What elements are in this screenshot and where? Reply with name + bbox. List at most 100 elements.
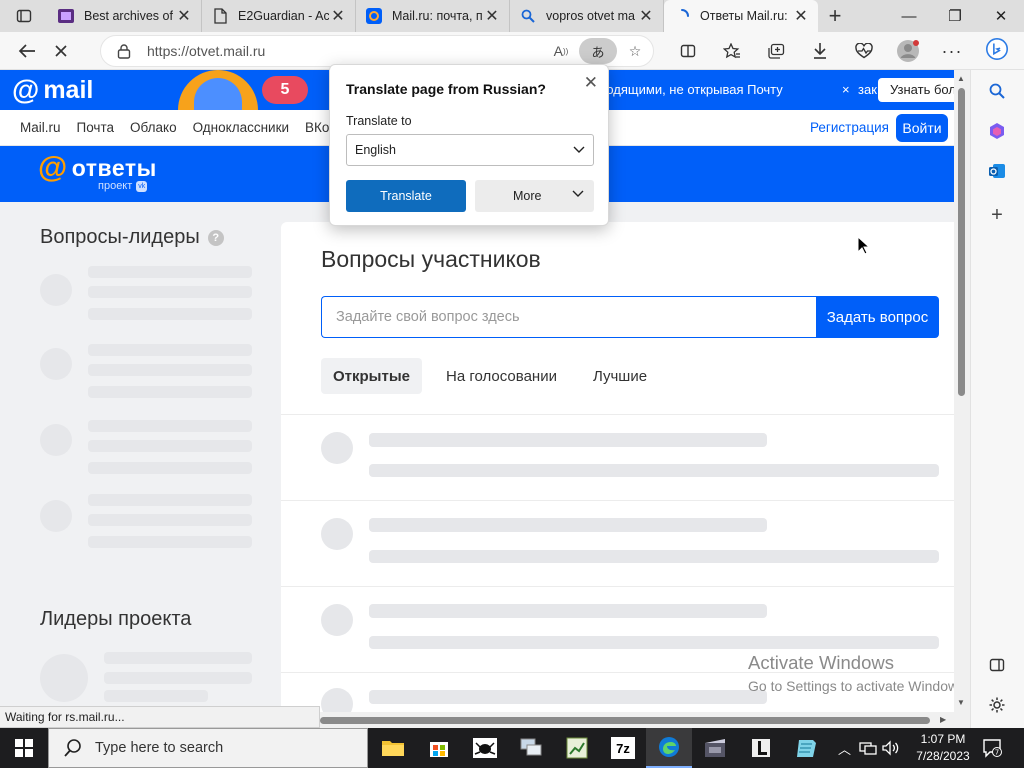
- sidebar-outlook-button[interactable]: [986, 160, 1008, 182]
- svg-text:7: 7: [995, 749, 999, 757]
- translate-icon[interactable]: あ: [579, 38, 617, 64]
- mouse-cursor-icon: [857, 236, 871, 255]
- page-title: Вопросы участников: [321, 246, 541, 272]
- stop-loading-button[interactable]: [44, 35, 78, 67]
- taskbar-store[interactable]: [416, 728, 462, 768]
- taskbar-search[interactable]: Type here to search: [48, 728, 368, 768]
- taskbar-edge[interactable]: [646, 728, 692, 768]
- volume-icon[interactable]: [881, 740, 901, 756]
- notification-center-icon[interactable]: 7: [982, 738, 1002, 758]
- otvety-at-icon: @: [38, 151, 68, 184]
- tray-chevron-up-icon[interactable]: ︿: [838, 739, 851, 758]
- otvety-logo[interactable]: @ ответы проект vk: [38, 151, 157, 193]
- translate-to-label: Translate to: [346, 114, 412, 128]
- scroll-right-arrow-icon[interactable]: ▶: [940, 715, 946, 724]
- lock-icon: [117, 43, 133, 59]
- browser-tab-search[interactable]: vopros otvet ma ✕: [510, 0, 664, 32]
- scroll-thumb[interactable]: [320, 717, 930, 724]
- sidebar-search-button[interactable]: [986, 80, 1008, 102]
- tab-close-icon[interactable]: ✕: [329, 7, 347, 25]
- split-screen-button[interactable]: [666, 35, 710, 67]
- translate-button[interactable]: Translate: [346, 180, 466, 212]
- favorites-button[interactable]: [710, 35, 754, 67]
- sidebar-panel-icon: [989, 658, 1005, 672]
- ask-question-button[interactable]: Задать вопрос: [816, 296, 939, 338]
- taskbar-7zip[interactable]: 7z: [600, 728, 646, 768]
- url-text: https://otvet.mail.ru: [147, 43, 266, 59]
- nav-link-oblako[interactable]: Облако: [130, 120, 177, 135]
- download-icon: [814, 43, 826, 59]
- downloads-button[interactable]: [798, 35, 842, 67]
- more-options-button[interactable]: More: [475, 180, 594, 212]
- taskbar-chart-app[interactable]: [554, 728, 600, 768]
- tab-open[interactable]: Открытые: [321, 358, 422, 394]
- sidebar-hide-button[interactable]: [986, 654, 1008, 676]
- register-link[interactable]: Регистрация: [810, 120, 889, 135]
- taskbar-hex-app[interactable]: [738, 728, 784, 768]
- sidebar-add-button[interactable]: +: [986, 204, 1008, 226]
- nav-link-odnoklassniki[interactable]: Одноклассники: [193, 120, 289, 135]
- questions-card: Вопросы участников Задайте свой вопрос з…: [281, 222, 954, 712]
- scroll-down-arrow-icon[interactable]: ▼: [957, 698, 965, 707]
- address-bar[interactable]: https://otvet.mail.ru A)) あ ☆: [100, 35, 654, 67]
- taskbar-clock[interactable]: 1:07 PM 7/28/2023: [912, 731, 974, 765]
- taskbar-bug-app[interactable]: [462, 728, 508, 768]
- new-tab-button[interactable]: +: [818, 0, 852, 32]
- nav-link-pochta[interactable]: Почта: [77, 120, 115, 135]
- tab-close-icon[interactable]: ✕: [637, 7, 655, 25]
- tab-actions-button[interactable]: [0, 0, 48, 32]
- scroll-thumb[interactable]: [958, 88, 965, 396]
- sidebar-office-button[interactable]: [986, 120, 1008, 142]
- collections-button[interactable]: [754, 35, 798, 67]
- favorite-star-icon[interactable]: ☆: [621, 38, 649, 64]
- windows-logo-icon: [15, 739, 33, 757]
- translate-close-button[interactable]: ✕: [584, 73, 598, 93]
- browser-tab-e2guardian[interactable]: E2Guardian - Ac ✕: [202, 0, 356, 32]
- taskbar-network-app[interactable]: [508, 728, 554, 768]
- heart-pulse-icon: [855, 43, 873, 59]
- target-language-select[interactable]: English: [346, 134, 594, 166]
- maximize-button[interactable]: ❐: [932, 0, 978, 32]
- tab-close-icon[interactable]: ✕: [175, 7, 193, 25]
- tab-title: Mail.ru: почта, п: [392, 9, 483, 23]
- tab-close-icon[interactable]: ✕: [792, 7, 810, 25]
- login-button[interactable]: Войти: [896, 114, 948, 142]
- clapperboard-icon: [705, 739, 725, 757]
- ask-question-input[interactable]: Задайте свой вопрос здесь: [321, 296, 817, 338]
- tab-voting[interactable]: На голосовании: [434, 358, 569, 394]
- system-tray: ︿: [838, 728, 901, 768]
- profile-button[interactable]: [886, 35, 930, 67]
- vertical-scrollbar[interactable]: ▲ ▼: [954, 70, 970, 712]
- nav-link-mailru[interactable]: Mail.ru: [20, 120, 61, 135]
- start-button[interactable]: [0, 728, 48, 768]
- scroll-up-arrow-icon[interactable]: ▲: [957, 74, 965, 83]
- browser-tab-mail[interactable]: Mail.ru: почта, п ✕: [356, 0, 510, 32]
- chevron-down-icon: [573, 146, 585, 153]
- browser-tab-best-archives[interactable]: Best archives of ✕: [48, 0, 202, 32]
- bing-copilot-button[interactable]: [986, 38, 1008, 60]
- promo-banner-graphic[interactable]: 5: [158, 70, 308, 110]
- tab-best[interactable]: Лучшие: [581, 358, 659, 394]
- network-icon[interactable]: [859, 740, 877, 756]
- tab-close-icon[interactable]: ✕: [483, 7, 501, 25]
- back-button[interactable]: [10, 35, 44, 67]
- promo-close-button[interactable]: ×: [842, 82, 850, 97]
- toolbar-right-actions: ···: [666, 35, 974, 67]
- close-window-button[interactable]: ✕: [978, 0, 1024, 32]
- browser-tab-otvety[interactable]: Ответы Mail.ru: ✕: [664, 0, 818, 32]
- sidebar-settings-button[interactable]: [986, 694, 1008, 716]
- mail-logo[interactable]: @ mail: [12, 74, 93, 106]
- taskbar-file-explorer[interactable]: [370, 728, 416, 768]
- gear-icon: [989, 697, 1005, 713]
- notepad-icon: [797, 740, 816, 757]
- browser-essentials-button[interactable]: [842, 35, 886, 67]
- taskbar-notepad-app[interactable]: [784, 728, 830, 768]
- read-aloud-icon[interactable]: A)): [547, 38, 575, 64]
- minimize-button[interactable]: —: [886, 0, 932, 32]
- help-icon[interactable]: ?: [207, 229, 224, 246]
- settings-more-button[interactable]: ···: [930, 35, 974, 67]
- skeleton-row: [40, 344, 252, 404]
- taskbar-film-app[interactable]: [692, 728, 738, 768]
- promo-text: ходящими, не открывая Почту: [600, 82, 783, 97]
- promo-learn-more-button[interactable]: Узнать бол: [878, 78, 954, 102]
